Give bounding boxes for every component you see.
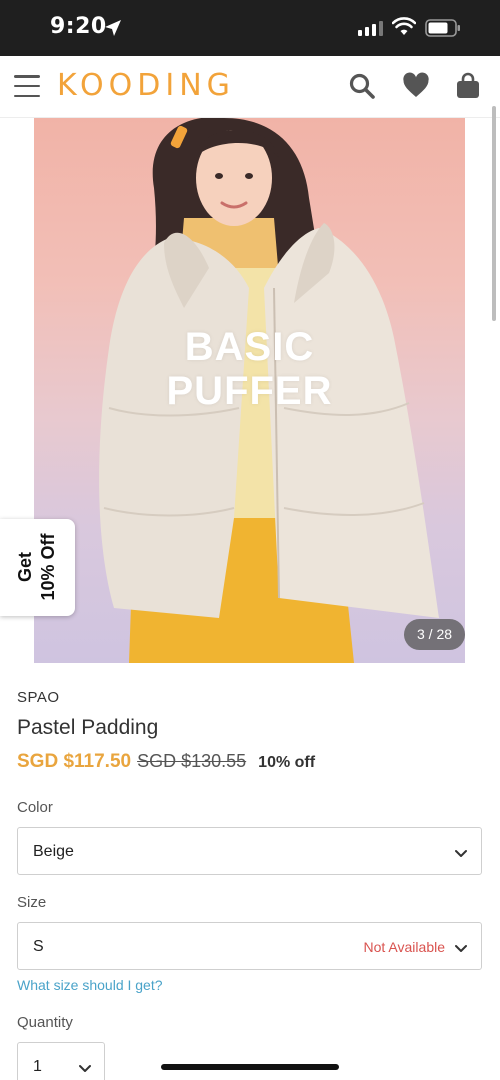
- page-scrollbar[interactable]: [492, 106, 496, 321]
- chevron-down-icon: [455, 941, 467, 959]
- color-select[interactable]: Beige: [17, 827, 482, 875]
- size-guide-link[interactable]: What size should I get?: [17, 977, 163, 993]
- battery-icon: [425, 19, 461, 37]
- wishlist-heart-icon[interactable]: [402, 72, 430, 105]
- status-time: 9:20: [50, 14, 107, 39]
- hero-text: BASIC PUFFER: [34, 325, 465, 413]
- size-availability-status: Not Available: [363, 939, 445, 955]
- discount-promo-tab[interactable]: Get 10% Off: [0, 519, 75, 616]
- promo-line-1: Get: [15, 552, 35, 583]
- status-bar: 9:20: [0, 0, 500, 56]
- cellular-signal-icon: [358, 20, 383, 36]
- quantity-value: 1: [33, 1058, 42, 1075]
- product-title: Pastel Padding: [17, 716, 159, 739]
- quantity-select[interactable]: 1: [17, 1042, 105, 1080]
- chevron-down-icon: [79, 1061, 91, 1079]
- brand-logo[interactable]: KOODING: [57, 68, 235, 103]
- promo-line-2: 10% Off: [38, 533, 58, 601]
- image-counter-badge: 3 / 28: [404, 619, 465, 650]
- search-icon[interactable]: [348, 72, 376, 105]
- original-price: SGD $130.55: [137, 751, 247, 771]
- shopping-bag-icon[interactable]: [454, 72, 482, 105]
- product-image-carousel[interactable]: BASIC PUFFER: [34, 118, 465, 663]
- color-label: Color: [17, 799, 53, 816]
- size-label: Size: [17, 894, 47, 911]
- sale-price: SGD $117.50: [17, 751, 132, 772]
- color-select-value: Beige: [33, 843, 74, 860]
- chevron-down-icon: [455, 846, 467, 864]
- promo-tab-text: Get 10% Off: [14, 533, 60, 600]
- discount-label: 10% off: [258, 754, 316, 771]
- hamburger-menu-icon[interactable]: [14, 75, 40, 97]
- site-header: KOODING: [0, 56, 500, 118]
- product-brand[interactable]: SPAO: [17, 689, 60, 706]
- quantity-label: Quantity: [17, 1014, 73, 1031]
- hero-line-1: BASIC: [184, 325, 315, 369]
- size-select[interactable]: S Not Available: [17, 922, 482, 970]
- home-indicator[interactable]: [161, 1064, 339, 1070]
- hero-line-2: PUFFER: [166, 369, 333, 413]
- wifi-icon: [391, 17, 417, 42]
- size-select-value: S: [33, 938, 44, 955]
- price-row: SGD $117.50 SGD $130.55 10% off: [17, 751, 315, 773]
- location-arrow-icon: [104, 19, 122, 42]
